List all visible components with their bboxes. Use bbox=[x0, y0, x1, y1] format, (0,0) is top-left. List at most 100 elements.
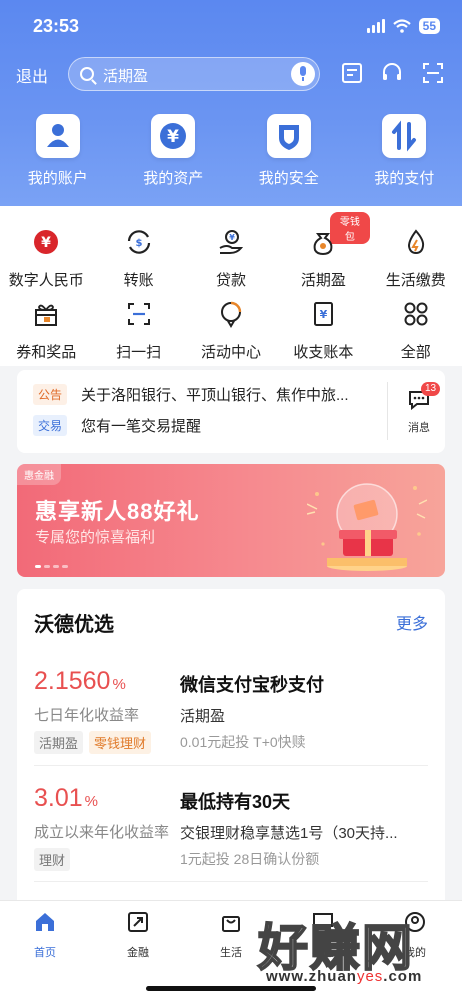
money-bag-icon bbox=[313, 233, 333, 256]
service-coupons[interactable]: 券和奖品 bbox=[0, 298, 92, 370]
product-subtitle: 活期盈 bbox=[180, 708, 226, 725]
nav-life[interactable]: 生活 bbox=[201, 911, 261, 960]
service-label: 生活缴费 bbox=[385, 272, 446, 289]
messages-button[interactable]: 消息 bbox=[401, 390, 437, 435]
service-all[interactable]: 全部 bbox=[370, 298, 462, 370]
scan-icon[interactable] bbox=[421, 61, 445, 85]
watermark-url-suffix: .com bbox=[383, 968, 423, 985]
nav-home[interactable]: 首页 bbox=[15, 911, 75, 960]
service-label: 数字人民币 bbox=[8, 272, 84, 289]
more-link[interactable]: 更多 bbox=[396, 610, 428, 634]
service-label: 扫一扫 bbox=[116, 344, 162, 361]
service-scan[interactable]: 扫一扫 bbox=[92, 298, 184, 370]
search-placeholder: 活期盈 bbox=[103, 68, 149, 85]
service-life-payment[interactable]: 生活缴费 bbox=[370, 226, 462, 298]
quick-actions: 我的账户 ¥ 我的资产 我的安全 我的支付 bbox=[0, 114, 462, 188]
quick-my-assets[interactable]: ¥ 我的资产 bbox=[116, 114, 232, 188]
recommend-section: 沃德优选 更多 2.1560% 七日年化收益率 活期盈 零钱理财 微信支付宝秒支… bbox=[17, 589, 445, 929]
svg-text:¥: ¥ bbox=[167, 127, 179, 147]
product-subtitle: 交银理财稳享慧选1号（30天持... bbox=[180, 825, 398, 842]
service-transfer[interactable]: $ 转账 bbox=[92, 226, 184, 298]
nav-label: 金融 bbox=[127, 947, 149, 959]
ledger-icon: ¥ bbox=[314, 302, 334, 326]
notice-transaction[interactable]: 交易 您有一笔交易提醒 bbox=[33, 415, 201, 436]
service-label: 收支账本 bbox=[293, 344, 354, 361]
product-info: 0.01元起投 T+0快赎 bbox=[180, 734, 306, 750]
promo-banner[interactable]: 惠金融 惠享新人88好礼 专属您的惊喜福利 bbox=[17, 464, 445, 577]
notice-card: 公告 关于洛阳银行、平顶山银行、焦作中旅... 交易 您有一笔交易提醒 消息 1… bbox=[17, 370, 445, 453]
svg-text:¥: ¥ bbox=[41, 235, 51, 251]
status-icons: 55 bbox=[366, 18, 440, 34]
product-tags: 活期盈 零钱理财 bbox=[34, 731, 152, 754]
watermark-url-accent: yes bbox=[356, 968, 384, 985]
services-panel: ¥ 数字人民币 $ 转账 ¥ 贷款 零钱包 活期盈 生活缴费 券和奖品 扫一扫 … bbox=[0, 206, 462, 366]
grid-icon bbox=[404, 302, 428, 326]
signal-icon bbox=[366, 19, 385, 33]
service-label: 全部 bbox=[400, 344, 431, 361]
service-huoqiying[interactable]: 零钱包 活期盈 bbox=[277, 212, 370, 298]
quick-my-payment[interactable]: 我的支付 bbox=[347, 114, 462, 188]
announcement-tag: 公告 bbox=[33, 384, 68, 405]
notice-announcement[interactable]: 公告 关于洛阳银行、平顶山银行、焦作中旅... bbox=[33, 384, 349, 405]
finance-icon bbox=[128, 912, 148, 932]
quick-label: 我的支付 bbox=[374, 170, 435, 187]
status-bar: 23:53 55 bbox=[0, 14, 462, 42]
service-activity-center[interactable]: 活动中心 bbox=[185, 298, 277, 370]
product-tags: 理财 bbox=[34, 848, 71, 871]
shopping-bag-icon bbox=[222, 916, 240, 932]
quick-my-account[interactable]: 我的账户 bbox=[0, 114, 116, 188]
status-time: 23:53 bbox=[33, 16, 80, 36]
transfer-icon: $ bbox=[127, 230, 150, 254]
messages-label: 消息 bbox=[408, 422, 430, 434]
quick-my-security[interactable]: 我的安全 bbox=[231, 114, 347, 188]
notice-divider bbox=[387, 382, 388, 440]
transaction-tag: 交易 bbox=[33, 415, 68, 436]
nav-finance[interactable]: 金融 bbox=[108, 911, 168, 960]
product-tag: 理财 bbox=[34, 848, 71, 871]
rate-value: 2.1560 bbox=[34, 667, 111, 695]
service-ledger[interactable]: ¥ 收支账本 bbox=[277, 298, 369, 370]
product-tag: 活期盈 bbox=[34, 731, 84, 754]
gift-icon bbox=[35, 304, 58, 326]
flame-icon bbox=[407, 229, 424, 255]
search-icon bbox=[80, 67, 94, 81]
product-rate: 3.01% bbox=[34, 784, 98, 813]
home-indicator bbox=[146, 986, 316, 991]
product-info: 1元起投 28日确认份额 bbox=[180, 851, 320, 867]
user-icon bbox=[35, 114, 80, 158]
service-label: 券和奖品 bbox=[16, 344, 77, 361]
battery-icon: 55 bbox=[418, 18, 440, 34]
product-rate: 2.1560% bbox=[34, 667, 126, 696]
home-icon bbox=[36, 913, 54, 931]
banner-pagination bbox=[35, 565, 68, 568]
yuan-icon: ¥ bbox=[151, 114, 196, 158]
transaction-text: 您有一笔交易提醒 bbox=[81, 418, 202, 435]
service-loan[interactable]: ¥ 贷款 bbox=[185, 226, 277, 298]
watermark-url: www.zhuanyes.com bbox=[266, 968, 422, 985]
rate-unit: % bbox=[112, 676, 126, 693]
headset-icon[interactable] bbox=[380, 61, 404, 85]
service-label: 转账 bbox=[123, 272, 154, 289]
shield-icon bbox=[266, 114, 311, 158]
activity-icon bbox=[220, 301, 242, 328]
digital-rmb-icon: ¥ bbox=[34, 230, 59, 254]
search-input[interactable]: 活期盈 bbox=[68, 57, 320, 91]
nav-label: 生活 bbox=[220, 947, 242, 959]
product-name: 最低持有30天 bbox=[180, 792, 291, 812]
scan-icon bbox=[127, 303, 150, 325]
service-digital-rmb[interactable]: ¥ 数字人民币 bbox=[0, 226, 92, 298]
gift-box-illustration bbox=[307, 483, 427, 571]
app-header: 23:53 55 退出 活期盈 我的账户 ¥ 我的资产 我的安全 我的支付 bbox=[0, 0, 462, 206]
svg-text:¥: ¥ bbox=[320, 308, 328, 321]
logout-button[interactable]: 退出 bbox=[16, 63, 48, 87]
bill-icon[interactable] bbox=[340, 61, 364, 85]
rate-description: 七日年化收益率 bbox=[34, 707, 140, 724]
product-tag: 零钱理财 bbox=[89, 731, 152, 754]
service-label: 活动中心 bbox=[200, 344, 261, 361]
microphone-icon[interactable] bbox=[291, 62, 315, 86]
service-label: 活期盈 bbox=[300, 272, 346, 289]
transfer-arrows-icon bbox=[382, 114, 427, 158]
product-name: 微信支付宝秒支付 bbox=[180, 675, 324, 695]
banner-title: 惠享新人88好礼 bbox=[35, 499, 200, 524]
top-bar: 退出 活期盈 bbox=[0, 57, 462, 91]
